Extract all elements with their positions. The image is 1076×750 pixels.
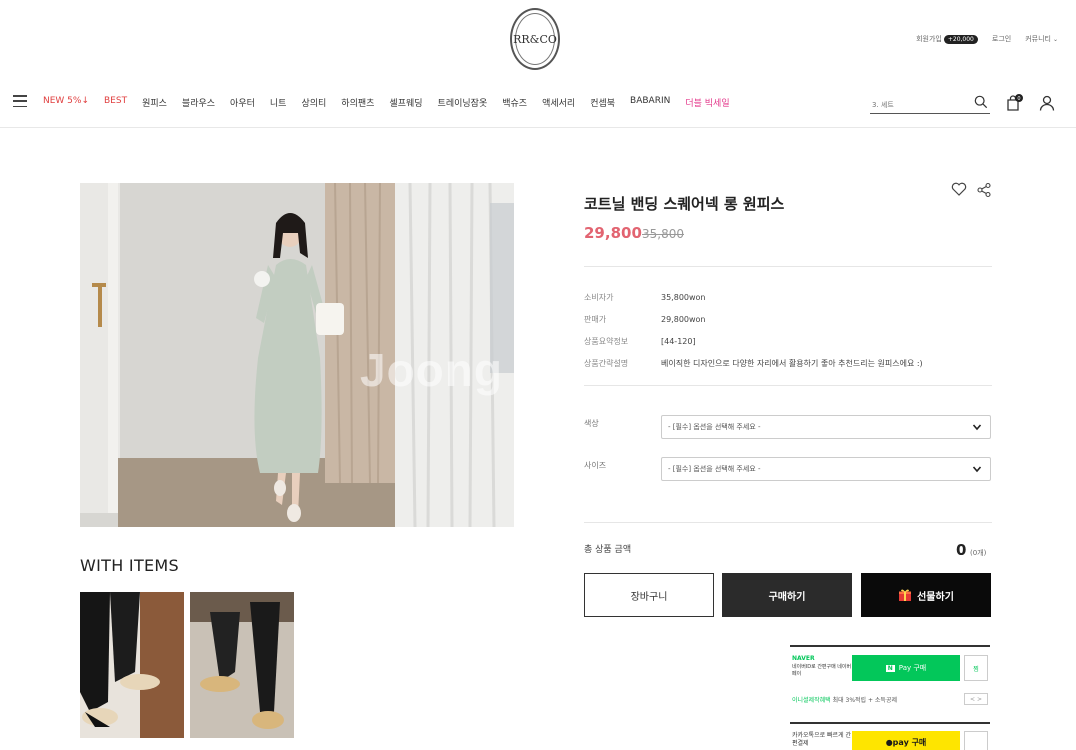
user-icon[interactable] [1038,94,1056,112]
brand-logo[interactable]: RR&CO [510,8,560,70]
menu-item-pants[interactable]: 하의팬츠 [341,96,374,109]
menu-item-outer[interactable]: 아우터 [230,96,255,109]
info-value: 35,800won [661,292,706,302]
community-label: 커뮤니티 [1025,35,1051,43]
naver-event-text: 이니셜제작혜택 최대 3%적립 + 소득공제 [792,695,897,704]
chevron-down-icon: ⌄ [1052,36,1058,43]
menu-item-best[interactable]: BEST [104,96,127,109]
divider [584,385,992,386]
heart-icon[interactable] [951,181,967,197]
main-navigation: NEW 5%↓ BEST 원피스 블라우스 아우터 니트 상의티 하의팬츠 셀프… [0,92,1076,115]
total-price-label: 총 상품 금액 [584,545,632,555]
product-main-image[interactable]: Joong [80,183,514,527]
gift-icon [899,589,912,601]
menu-item-conceptbook[interactable]: 컨셉북 [590,96,615,109]
info-label: 상품요약정보 [584,336,629,346]
menu-item-big-sale[interactable]: 더블 빅세일 [685,96,729,109]
naver-brand: NAVER [792,655,815,662]
menu-item-new[interactable]: NEW 5%↓ [43,96,89,109]
info-label: 판매가 [584,314,607,324]
search-input[interactable] [870,95,966,115]
with-item-thumbnail[interactable] [80,592,184,738]
total-quantity: (0개) [970,549,987,557]
naver-pay-description: 네이버ID로 간편구매 네이버페이 [792,664,852,677]
image-watermark: Joong [360,344,503,396]
info-row-sale-price: 판매가 29,800won [584,308,992,330]
hamburger-menu-icon[interactable] [13,95,27,107]
cart-count: 0 [1017,96,1020,102]
naver-n-icon: N [885,664,895,672]
divider [584,522,992,523]
option-label-size: 사이즈 [584,461,607,470]
naver-pay-button[interactable]: N Pay 구매 [852,655,960,681]
community-menu[interactable]: 커뮤니티 ⌄ [1025,34,1058,44]
gift-button[interactable]: 선물하기 [861,573,991,617]
naver-pay-button-label: Pay 구매 [898,664,927,672]
naver-wish-button[interactable]: 찜 [964,655,988,681]
info-label: 소비자가 [584,292,614,302]
with-item-thumbnail[interactable] [190,592,294,738]
info-label: 상품간략설명 [584,358,629,368]
info-value: 29,800won [661,314,706,324]
menu-item-onepiece[interactable]: 원피스 [142,96,167,109]
naver-event-arrows[interactable]: < > [964,693,988,705]
original-price: 35,800 [642,227,684,241]
menu-item-tops[interactable]: 상의티 [301,96,326,109]
menu-item-babarin[interactable]: BABARIN [630,96,670,109]
signup-link[interactable]: 회원가입 +20,000 [916,34,978,44]
size-select[interactable]: - [필수] 옵션을 선택해 주세요 - [661,457,991,481]
menu-item-training[interactable]: 트레이닝잠옷 [438,96,488,109]
naver-event-highlight: 이니셜제작혜택 [792,697,831,704]
gift-button-label: 선물하기 [917,591,954,603]
signup-label: 회원가입 [916,35,942,43]
option-label-color: 색상 [584,419,599,428]
info-value: [44-120] [661,336,696,346]
shopping-bag-icon[interactable]: 0 [1005,94,1023,112]
size-select-value: - [필수] 옵션을 선택해 주세요 - [668,465,761,473]
share-icon[interactable] [976,182,992,198]
color-select-value: - [필수] 옵션을 선택해 주세요 - [668,423,761,431]
kakao-pay-description: 카카오톡으로 빠르게 간편결제 [792,732,852,747]
category-menu: NEW 5%↓ BEST 원피스 블라우스 아우터 니트 상의티 하의팬츠 셀프… [43,96,730,109]
top-utility-links: 회원가입 +20,000 로그인 커뮤니티 ⌄ [916,34,1058,44]
menu-item-bags-shoes[interactable]: 백슈즈 [502,96,527,109]
divider [584,266,992,267]
info-row-consumer-price: 소비자가 35,800won [584,286,992,308]
sale-price: 29,800 [584,224,642,242]
login-link[interactable]: 로그인 [992,34,1011,44]
menu-item-knit[interactable]: 니트 [270,96,287,109]
search-box [870,92,990,115]
info-row-description: 상품간략설명 베이직한 디자인으로 다양한 자리에서 활용하기 좋아 추천드리는… [584,352,992,374]
info-value: 베이직한 디자인으로 다양한 자리에서 활용하기 좋아 추천드리는 원피스에요 … [661,358,923,368]
color-select[interactable]: - [필수] 옵션을 선택해 주세요 - [661,415,991,439]
header-divider [0,127,1076,128]
search-icon[interactable] [974,95,988,109]
total-price-amount: 0 [956,541,967,559]
chevron-down-icon [972,424,982,431]
menu-item-accessory[interactable]: 액세서리 [542,96,575,109]
menu-item-self-wedding[interactable]: 셀프웨딩 [389,96,422,109]
kakao-pay-panel: 카카오톡으로 빠르게 간편결제 ●pay 구매 [790,722,990,750]
with-items-title: WITH ITEMS [80,556,179,575]
menu-item-blouse[interactable]: 블라우스 [182,96,215,109]
add-to-cart-button[interactable]: 장바구니 [584,573,714,617]
kakao-pay-button[interactable]: ●pay 구매 [852,731,960,750]
product-title: 코트닐 밴딩 스퀘어넥 롱 원피스 [584,195,785,213]
product-info-table: 소비자가 35,800won 판매가 29,800won 상품요약정보 [44-… [584,286,992,374]
buy-now-button[interactable]: 구매하기 [722,573,852,617]
signup-points-badge: +20,000 [943,35,978,44]
logo-text: RR&CO [513,13,557,65]
info-row-summary: 상품요약정보 [44-120] [584,330,992,352]
chevron-down-icon [972,466,982,473]
naver-event-rest: 최대 3%적립 + 소득공제 [832,697,897,704]
kakao-wish-button[interactable] [964,731,988,750]
naver-pay-panel: NAVER 네이버ID로 간편구매 네이버페이 N Pay 구매 찜 이니셜제작… [790,645,990,710]
